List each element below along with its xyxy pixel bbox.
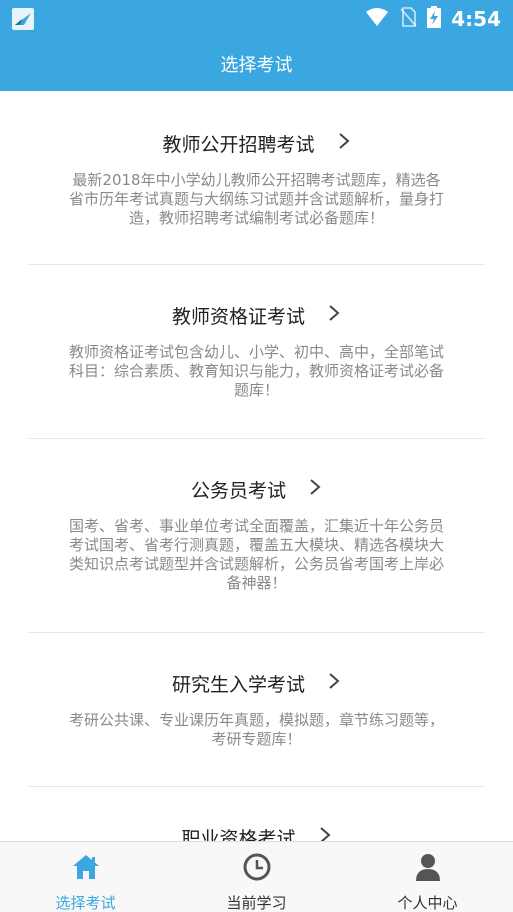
status-time: 4:54 bbox=[451, 6, 501, 31]
tab-label: 选择考试 bbox=[55, 894, 116, 912]
exam-item-teacher-certificate[interactable]: 教师资格证考试 教师资格证考试包含幼儿、小学、初中、高中，全部笔试 科目：综合素… bbox=[28, 301, 485, 400]
exam-item-title: 教师资格证考试 bbox=[171, 305, 305, 328]
tab-label: 当前学习 bbox=[226, 894, 287, 912]
exam-item-description: 考研公共课、专业课历年真题，模拟题，章节练习题等， 考研专题库！ bbox=[28, 711, 485, 749]
chevron-right-icon bbox=[318, 825, 332, 841]
tab-current-study[interactable]: 当前学习 bbox=[171, 842, 342, 912]
exam-item-teacher-recruitment[interactable]: 教师公开招聘考试 最新2018年中小学幼儿教师公开招聘考试题库，精选各 省市历年… bbox=[28, 129, 485, 228]
wifi-icon bbox=[365, 7, 389, 31]
desc-line: 考试国考、省考行测真题，覆盖五大模块、精选各模块大 bbox=[68, 536, 444, 554]
exam-item-description: 教师资格证考试包含幼儿、小学、初中、高中，全部笔试 科目：综合素质、教育知识与能… bbox=[28, 343, 485, 400]
battery-charging-icon bbox=[427, 5, 442, 32]
tab-personal-center[interactable]: 个人中心 bbox=[342, 842, 513, 912]
app-header: 选择考试 bbox=[0, 37, 513, 91]
chevron-right-icon bbox=[327, 671, 341, 696]
chevron-right-icon bbox=[308, 477, 322, 502]
bottom-tab-bar: 选择考试 当前学习 个人中心 bbox=[0, 841, 513, 912]
divider bbox=[28, 786, 485, 787]
desc-line: 题库！ bbox=[233, 381, 279, 399]
exam-item-header[interactable]: 职业资格考试 bbox=[28, 823, 485, 841]
tab-label: 个人中心 bbox=[397, 894, 458, 912]
desc-line: 备神器！ bbox=[226, 574, 287, 592]
chevron-right-icon bbox=[327, 303, 341, 328]
tab-select-exam[interactable]: 选择考试 bbox=[0, 842, 171, 912]
person-icon bbox=[413, 852, 443, 886]
desc-line: 省市历年考试真题与大纲练习试题并含试题解析，量身打 bbox=[68, 190, 444, 208]
exam-item-description: 最新2018年中小学幼儿教师公开招聘考试题库，精选各 省市历年考试真题与大纲练习… bbox=[28, 171, 485, 228]
desc-line: 科目：综合素质、教育知识与能力，教师资格证考试必备 bbox=[68, 362, 444, 380]
exam-item-title: 教师公开招聘考试 bbox=[162, 133, 315, 156]
divider bbox=[28, 438, 485, 439]
exam-item-header[interactable]: 教师资格证考试 bbox=[28, 301, 485, 329]
exam-item-header[interactable]: 教师公开招聘考试 bbox=[28, 129, 485, 157]
exam-item-title: 研究生入学考试 bbox=[171, 673, 305, 696]
desc-line: 国考、省考、事业单位考试全面覆盖，汇集近十年公务员 bbox=[68, 517, 444, 535]
desc-line: 考研专题库！ bbox=[211, 730, 302, 748]
divider bbox=[28, 632, 485, 633]
desc-line: 类知识点考试题型并含试题解析，公务员省考国考上岸必 bbox=[68, 555, 444, 573]
exam-item-civil-service[interactable]: 公务员考试 国考、省考、事业单位考试全面覆盖，汇集近十年公务员 考试国考、省考行… bbox=[28, 475, 485, 593]
desc-line: 最新2018年中小学幼儿教师公开招聘考试题库，精选各 bbox=[72, 171, 441, 189]
exam-item-professional-qualification[interactable]: 职业资格考试 bbox=[28, 823, 485, 841]
exam-item-title: 公务员考试 bbox=[190, 479, 286, 502]
home-icon bbox=[71, 852, 101, 886]
desc-line: 造，教师招聘考试编制考试必备题库！ bbox=[128, 209, 384, 227]
exam-item-title: 职业资格考试 bbox=[181, 827, 296, 842]
page-title: 选择考试 bbox=[220, 55, 293, 76]
exam-item-header[interactable]: 研究生入学考试 bbox=[28, 669, 485, 697]
clock-icon bbox=[242, 852, 272, 886]
desc-line: 考研公共课、专业课历年真题，模拟题，章节练习题等， bbox=[68, 711, 444, 729]
status-bar: 4:54 bbox=[0, 0, 513, 37]
divider bbox=[28, 264, 485, 265]
exam-list: 教师公开招聘考试 最新2018年中小学幼儿教师公开招聘考试题库，精选各 省市历年… bbox=[0, 91, 513, 841]
exam-item-description: 国考、省考、事业单位考试全面覆盖，汇集近十年公务员 考试国考、省考行测真题，覆盖… bbox=[28, 517, 485, 593]
exam-item-postgraduate[interactable]: 研究生入学考试 考研公共课、专业课历年真题，模拟题，章节练习题等， 考研专题库！ bbox=[28, 669, 485, 749]
desc-line: 教师资格证考试包含幼儿、小学、初中、高中，全部笔试 bbox=[68, 343, 444, 361]
no-sim-icon bbox=[399, 6, 417, 31]
exam-item-header[interactable]: 公务员考试 bbox=[28, 475, 485, 503]
chevron-right-icon bbox=[337, 131, 351, 156]
app-notification-icon bbox=[12, 8, 34, 30]
